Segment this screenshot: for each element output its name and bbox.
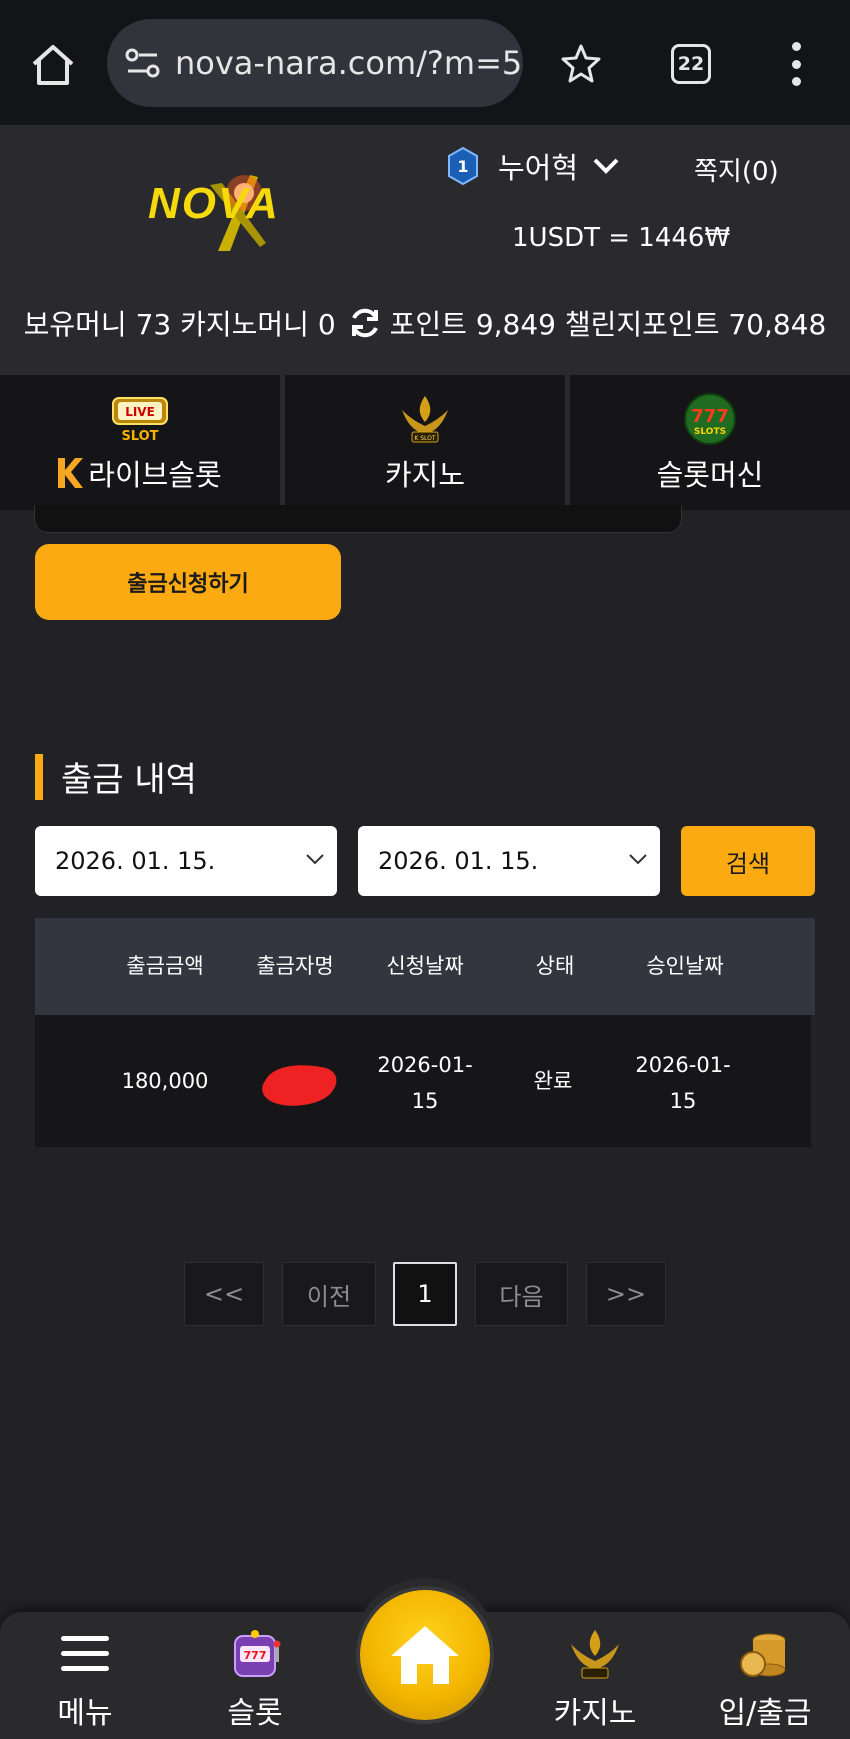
date-from-value: 2026. 01. 15. xyxy=(55,847,216,875)
withdraw-request-button[interactable]: 출금신청하기 xyxy=(35,544,341,620)
slot-machine-icon: 777 xyxy=(234,1630,281,1677)
history-title: 출금 내역 xyxy=(61,760,197,800)
tab-casino[interactable]: K SLOT 카지노 xyxy=(285,375,570,510)
chevron-down-icon xyxy=(593,158,619,174)
tab-slot-machine-label: 슬롯머신 xyxy=(656,457,764,492)
messages-link[interactable]: 쪽지(0) xyxy=(694,151,779,188)
nova-logo[interactable]: NOVA xyxy=(140,155,320,255)
nav-deposit-withdraw[interactable]: 입/출금 xyxy=(690,1626,840,1732)
amount-cell: 180,000 xyxy=(121,1069,209,1093)
tab-casino-label: 카지노 xyxy=(384,457,466,492)
search-button[interactable]: 검색 xyxy=(681,826,815,896)
tab-live-slot-label: 라이브슬롯 xyxy=(88,457,222,492)
table-row: 180,000 2026-01- 15 완료 2026-01- 15 xyxy=(35,1015,811,1147)
svg-text:SLOTS: SLOTS xyxy=(694,427,726,437)
requested-date-line1: 2026-01- xyxy=(377,1053,473,1077)
status-cell: 완료 xyxy=(533,1069,573,1093)
previous-panel xyxy=(34,505,682,533)
approved-date-line2: 15 xyxy=(669,1089,697,1113)
date-to-select[interactable]: 2026. 01. 15. xyxy=(358,826,660,896)
site-header: NOVA 1 누어혁 쪽지(0) 1USDT = 1446₩ 보유머니 73 카… xyxy=(0,125,850,375)
bookmark-star-icon[interactable] xyxy=(559,42,603,86)
home-icon xyxy=(391,1626,459,1684)
prev-page-button[interactable]: 이전 xyxy=(282,1262,376,1326)
column-header: 출금금액 xyxy=(126,954,204,978)
more-menu-icon[interactable] xyxy=(786,42,806,86)
nav-casino-label: 카지노 xyxy=(553,1696,637,1731)
k-slot-icon: K SLOT xyxy=(402,395,448,442)
history-section-title: 출금 내역 xyxy=(35,752,197,801)
points-text: 포인트 9,849 챌린지포인트 70,848 xyxy=(389,308,827,341)
777-slots-icon: 777SLOTS xyxy=(684,392,736,445)
svg-text:777: 777 xyxy=(691,406,729,427)
svg-text:1: 1 xyxy=(457,157,468,176)
next-page-button[interactable]: 다음 xyxy=(475,1262,568,1326)
last-page-button[interactable]: >> xyxy=(586,1262,666,1326)
url-text: nova-nara.com/?m=5 xyxy=(175,44,523,82)
chevron-down-icon xyxy=(629,854,647,865)
live-slot-icon: LIVE SLOT xyxy=(112,396,168,444)
logo-text: NOVA xyxy=(148,179,280,228)
browser-home-icon[interactable] xyxy=(28,40,78,90)
k-slot-casino-icon xyxy=(571,1630,619,1679)
category-tabs: LIVE SLOT 라이브슬롯 K SLOT 카지노 777 SLOTS 슬롯머신 xyxy=(0,375,850,510)
nav-slot[interactable]: 777 슬롯 xyxy=(180,1626,330,1732)
column-header: 출금자명 xyxy=(256,954,334,978)
tab-switcher-button[interactable]: 22 xyxy=(671,44,711,84)
nav-menu[interactable]: 메뉴 xyxy=(10,1626,160,1732)
user-menu[interactable]: 1 누어혁 xyxy=(448,145,620,187)
first-page-button[interactable]: << xyxy=(184,1262,264,1326)
k-brand-icon xyxy=(58,458,83,488)
current-page-button[interactable]: 1 xyxy=(393,1262,457,1326)
svg-text:K SLOT: K SLOT xyxy=(414,435,436,442)
approved-date-line1: 2026-01- xyxy=(635,1053,731,1077)
column-header: 상태 xyxy=(535,954,575,978)
tab-slot-machine[interactable]: 777 SLOTS 슬롯머신 xyxy=(570,375,850,510)
nav-deposit-label: 입/출금 xyxy=(718,1696,812,1731)
svg-text:LIVE: LIVE xyxy=(125,405,155,419)
site-settings-icon[interactable] xyxy=(123,43,163,83)
tab-live-slot[interactable]: LIVE SLOT 라이브슬롯 xyxy=(0,375,285,510)
column-header: 승인날짜 xyxy=(646,954,724,978)
refresh-icon[interactable] xyxy=(348,306,382,340)
balance-row: 보유머니 73 카지노머니 0 포인트 9,849 챌린지포인트 70,848 xyxy=(0,303,850,343)
exchange-rate: 1USDT = 1446₩ xyxy=(512,223,731,253)
redacted-name-cell xyxy=(262,1065,337,1106)
requested-date-line2: 15 xyxy=(411,1089,439,1113)
balance-text: 보유머니 73 카지노머니 0 xyxy=(23,308,336,341)
nav-menu-label: 메뉴 xyxy=(57,1696,113,1731)
svg-text:777: 777 xyxy=(244,1649,267,1662)
date-to-value: 2026. 01. 15. xyxy=(378,847,539,875)
nav-slot-label: 슬롯 xyxy=(227,1696,283,1731)
requested-date-cell: 2026-01- 15 xyxy=(360,1047,490,1119)
level-badge-icon: 1 xyxy=(448,147,478,185)
address-bar[interactable]: nova-nara.com/?m=5 xyxy=(107,19,523,107)
coins-icon xyxy=(740,1633,786,1677)
approved-date-cell: 2026-01- 15 xyxy=(618,1047,748,1119)
hamburger-menu-icon xyxy=(61,1636,109,1671)
browser-toolbar: nova-nara.com/?m=5 22 xyxy=(0,0,850,125)
home-button[interactable] xyxy=(360,1590,490,1720)
date-from-select[interactable]: 2026. 01. 15. xyxy=(35,826,337,896)
username: 누어혁 xyxy=(498,151,579,185)
title-accent-bar xyxy=(35,753,43,800)
column-header: 신청날짜 xyxy=(386,954,464,978)
nav-casino[interactable]: 카지노 xyxy=(520,1626,670,1732)
table-header: 출금금액 출금자명 신청날짜 상태 승인날짜 xyxy=(35,918,815,1015)
chevron-down-icon xyxy=(306,854,324,865)
svg-text:SLOT: SLOT xyxy=(121,429,158,444)
